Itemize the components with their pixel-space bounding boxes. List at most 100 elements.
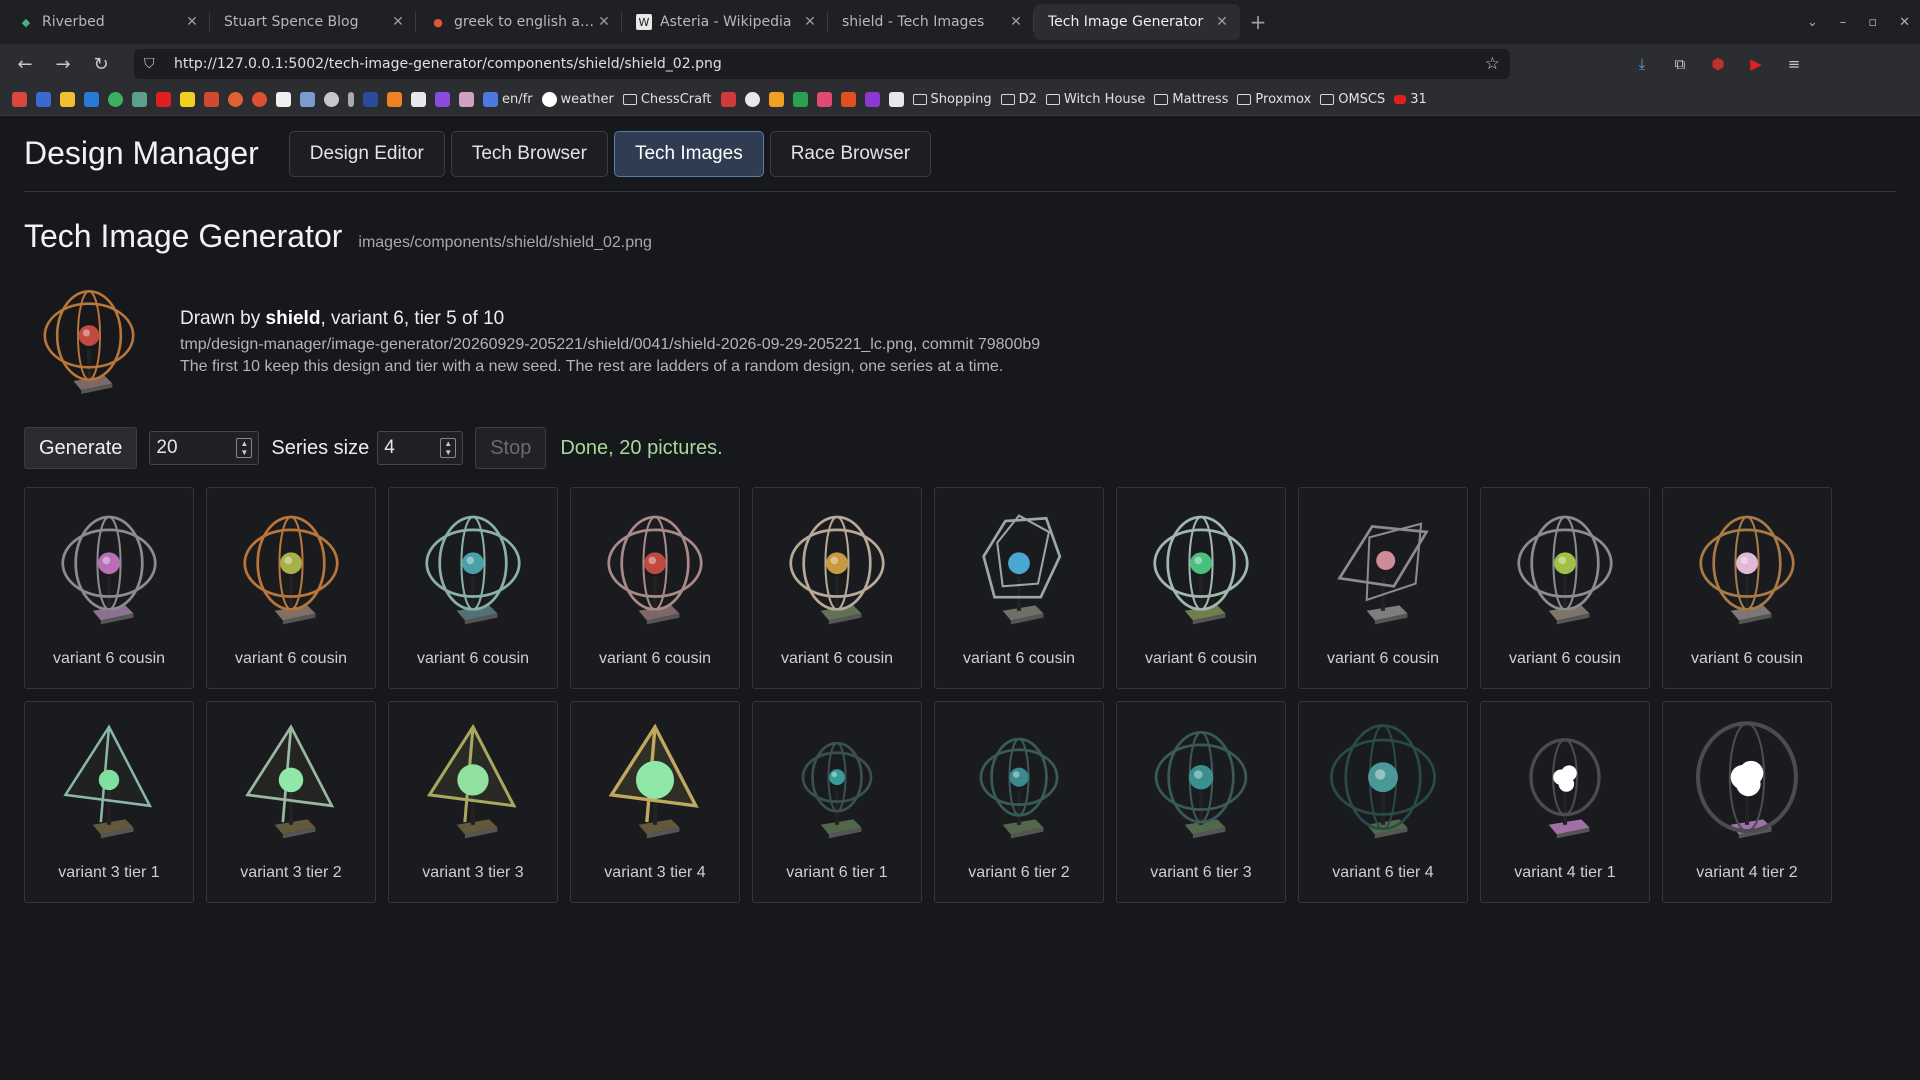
bookmark-icon[interactable] [744, 92, 760, 107]
browser-tab-5[interactable]: Tech Image Generator ✕ [1034, 4, 1240, 40]
bookmark-icon[interactable] [204, 92, 219, 107]
drive-bookmark-icon[interactable] [60, 92, 75, 107]
browser-tab-0[interactable]: ◆ Riverbed ✕ [4, 0, 210, 44]
image-card[interactable]: variant 6 cousin [1662, 487, 1832, 689]
bookmark-icon[interactable] [228, 92, 243, 107]
close-tab-icon[interactable]: ✕ [1008, 14, 1024, 30]
nav-tab-design-editor[interactable]: Design Editor [288, 130, 445, 177]
image-card[interactable]: variant 6 cousin [24, 487, 194, 689]
bookmark-en-fr[interactable]: en/fr [483, 92, 533, 107]
bookmark-icon[interactable] [816, 92, 832, 107]
image-card[interactable]: variant 6 tier 3 [1116, 701, 1286, 903]
youtube-bookmark-icon[interactable] [156, 92, 171, 107]
bookmark-icon[interactable] [363, 92, 378, 107]
youtube-icon[interactable]: ▶ [1744, 55, 1768, 73]
image-card[interactable]: variant 6 cousin [1116, 487, 1286, 689]
bookmark-folder-omscs[interactable]: OMSCS [1320, 92, 1385, 107]
forward-icon[interactable]: → [46, 49, 80, 79]
bookmark-folder-mattress[interactable]: Mattress [1154, 92, 1228, 107]
maximize-icon[interactable]: ▫ [1868, 15, 1877, 30]
twitch-bookmark-icon[interactable] [435, 92, 450, 107]
bookmark-icon[interactable] [768, 92, 784, 107]
image-card[interactable]: variant 6 tier 2 [934, 701, 1104, 903]
image-card[interactable]: variant 6 cousin [1298, 487, 1468, 689]
series-spinner-icon[interactable]: ▲ ▼ [440, 438, 457, 458]
close-tab-icon[interactable]: ✕ [802, 14, 818, 30]
menu-icon[interactable]: ≡ [1782, 55, 1806, 73]
back-icon[interactable]: ← [8, 49, 42, 79]
tab-list-chevron-icon[interactable]: ⌄ [1807, 15, 1818, 30]
bookmark-icon[interactable] [411, 92, 426, 107]
gmail-bookmark-icon[interactable] [12, 92, 27, 107]
bookmark-star-icon[interactable]: ☆ [1485, 54, 1500, 74]
image-card[interactable]: variant 6 tier 1 [752, 701, 922, 903]
stop-button[interactable]: Stop [475, 427, 547, 469]
hackernews-bookmark-icon[interactable] [387, 92, 402, 107]
image-card[interactable]: variant 4 tier 1 [1480, 701, 1650, 903]
image-card[interactable]: variant 3 tier 2 [206, 701, 376, 903]
close-tab-icon[interactable]: ✕ [596, 14, 612, 30]
bookmark-icon[interactable] [792, 92, 808, 107]
browser-tab-1[interactable]: Stuart Spence Blog ✕ [210, 0, 416, 44]
bookmark-icon[interactable] [132, 92, 147, 107]
nav-tab-race-browser[interactable]: Race Browser [769, 130, 932, 177]
image-card[interactable]: variant 6 cousin [1480, 487, 1650, 689]
bookmark-icon[interactable] [348, 92, 354, 107]
image-card[interactable]: variant 6 cousin [388, 487, 558, 689]
image-card[interactable]: variant 6 cousin [752, 487, 922, 689]
bookmark-folder-shopping[interactable]: Shopping [912, 92, 992, 107]
calendar-bookmark-icon[interactable] [36, 92, 51, 107]
reload-icon[interactable]: ↻ [84, 49, 118, 79]
close-window-icon[interactable]: ✕ [1899, 15, 1910, 30]
bookmark-icon[interactable] [864, 92, 880, 107]
component-thumbnail [1153, 515, 1249, 625]
ublock-icon[interactable]: ⬢ [1706, 55, 1730, 73]
browser-tab-3[interactable]: W Asteria - Wikipedia ✕ [622, 0, 828, 44]
image-card[interactable]: variant 6 cousin [206, 487, 376, 689]
bookmark-icon[interactable] [459, 92, 474, 107]
bookmark-folder-witch-house[interactable]: Witch House [1045, 92, 1145, 107]
image-card[interactable]: variant 6 tier 4 [1298, 701, 1468, 903]
bookmark-folder-proxmox[interactable]: Proxmox [1237, 92, 1311, 107]
image-card[interactable]: variant 6 cousin [934, 487, 1104, 689]
close-tab-icon[interactable]: ✕ [390, 14, 406, 30]
bookmark-icon[interactable] [276, 92, 291, 107]
bookmark-icon[interactable] [720, 92, 736, 107]
count-input[interactable]: 20 ▲ ▼ [149, 431, 260, 465]
new-tab-button[interactable]: + [1240, 4, 1276, 40]
series-size-input[interactable]: 4 ▲ ▼ [377, 431, 464, 465]
image-card[interactable]: variant 3 tier 1 [24, 701, 194, 903]
maps-bookmark-icon[interactable] [108, 92, 123, 107]
browser-tab-2[interactable]: ● greek to english at DuckDuckGo✕ [416, 0, 622, 44]
component-thumbnail [61, 515, 157, 625]
bookmark-youtube-31[interactable]: 31 [1394, 92, 1427, 107]
image-card[interactable]: variant 3 tier 3 [388, 701, 558, 903]
linkedin-bookmark-icon[interactable] [84, 92, 99, 107]
bookmark-folder-chesscraft[interactable]: ChessCraft [622, 92, 712, 107]
close-tab-icon[interactable]: ✕ [184, 14, 200, 30]
bookmark-icon[interactable] [252, 92, 267, 107]
app-brand[interactable]: Design Manager [24, 135, 259, 172]
openai-bookmark-icon[interactable] [324, 92, 339, 107]
extensions-icon[interactable]: ⧉ [1668, 55, 1692, 73]
site-security-icon[interactable]: ⛉ [144, 56, 160, 72]
nav-tab-tech-images[interactable]: Tech Images [613, 130, 764, 177]
nav-tab-tech-browser[interactable]: Tech Browser [450, 130, 608, 177]
minimize-icon[interactable]: – [1840, 15, 1847, 30]
bookmark-icon[interactable] [300, 92, 315, 107]
address-bar[interactable]: ⛉ http://127.0.0.1:5002/tech-image-gener… [134, 49, 1510, 79]
generate-button[interactable]: Generate [24, 427, 138, 469]
close-tab-icon[interactable]: ✕ [1214, 14, 1230, 30]
download-icon[interactable]: ⤓ [1630, 55, 1654, 73]
bookmark-icon[interactable] [888, 92, 904, 107]
browser-tab-4[interactable]: shield - Tech Images ✕ [828, 0, 1034, 44]
youtube-icon [1394, 95, 1407, 104]
count-spinner-icon[interactable]: ▲ ▼ [236, 438, 253, 458]
image-card[interactable]: variant 3 tier 4 [570, 701, 740, 903]
image-card[interactable]: variant 4 tier 2 [1662, 701, 1832, 903]
image-card[interactable]: variant 6 cousin [570, 487, 740, 689]
bookmark-icon[interactable] [840, 92, 856, 107]
bookmark-folder-d2[interactable]: D2 [1000, 92, 1037, 107]
bookmark-icon[interactable] [180, 92, 195, 107]
bookmark-weather[interactable]: weather [541, 92, 614, 107]
